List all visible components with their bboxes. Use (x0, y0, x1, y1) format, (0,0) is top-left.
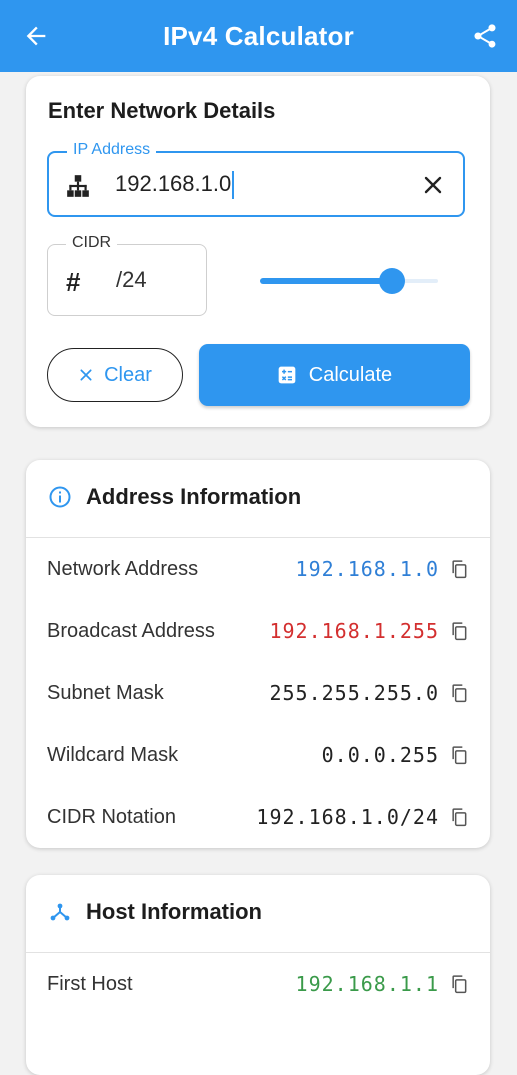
calculator-icon (278, 366, 296, 384)
copy-icon[interactable] (449, 558, 469, 580)
host-info-card: Host Information First Host 192.168.1.1 (26, 875, 490, 1075)
network-details-title: Enter Network Details (48, 98, 276, 123)
address-info-header: Address Information (48, 484, 301, 510)
cidr-value: /24 (116, 267, 147, 292)
ip-address-value: 192.168.1.0 (115, 171, 232, 196)
row-value: 192.168.1.0 (295, 557, 439, 581)
divider (26, 952, 490, 953)
slider-thumb[interactable] (379, 268, 405, 294)
host-info-title: Host Information (86, 899, 262, 924)
row-value: 0.0.0.255 (321, 743, 439, 767)
info-row-cidr-notation: CIDR Notation 192.168.1.0/24 (47, 802, 469, 832)
info-icon (49, 486, 71, 508)
app-bar: IPv4 Calculator (0, 0, 517, 72)
ip-address-value-wrap: 192.168.1.0 (115, 171, 235, 200)
copy-icon[interactable] (449, 806, 469, 828)
slider-fill (260, 278, 392, 284)
copy-icon[interactable] (449, 973, 469, 995)
clear-button-label: Clear (104, 363, 152, 386)
row-value: 192.168.1.0/24 (256, 805, 439, 829)
row-value: 192.168.1.255 (269, 619, 439, 643)
address-info-title: Address Information (86, 484, 302, 509)
arrow-back-icon[interactable] (22, 22, 50, 50)
address-info-card: Address Information Network Address 192.… (26, 460, 490, 848)
row-label: CIDR Notation (47, 805, 176, 828)
copy-icon[interactable] (449, 682, 469, 704)
info-row-broadcast-address: Broadcast Address 192.168.1.255 (47, 616, 469, 646)
row-label: Subnet Mask (47, 681, 164, 704)
info-row-wildcard-mask: Wildcard Mask 0.0.0.255 (47, 740, 469, 770)
row-value: 192.168.1.1 (295, 972, 439, 996)
calculate-button-label: Calculate (308, 363, 393, 386)
network-details-card: Enter Network Details IP Address 192.168… (26, 76, 490, 427)
cidr-field[interactable]: CIDR # /24 (47, 234, 207, 316)
share-icon[interactable] (471, 22, 499, 50)
row-label: Broadcast Address (47, 619, 215, 642)
host-info-header: Host Information (48, 899, 262, 925)
info-row-network-address: Network Address 192.168.1.0 (47, 554, 469, 584)
divider (26, 537, 490, 538)
ip-address-label: IP Address (67, 141, 157, 159)
info-row-subnet-mask: Subnet Mask 255.255.255.0 (47, 678, 469, 708)
network-tree-icon (67, 175, 89, 197)
calculate-button[interactable]: Calculate (199, 344, 470, 406)
text-caret (232, 171, 235, 200)
clear-input-icon[interactable] (421, 173, 445, 197)
hash-icon: # (66, 267, 81, 297)
row-label: First Host (47, 972, 133, 995)
app-title: IPv4 Calculator (163, 20, 354, 51)
clear-button[interactable]: Clear (47, 348, 183, 402)
ip-address-field[interactable]: IP Address 192.168.1.0 (47, 141, 465, 217)
cidr-slider[interactable] (260, 268, 438, 294)
cidr-label: CIDR (66, 234, 118, 252)
hub-icon (50, 903, 70, 921)
copy-icon[interactable] (449, 744, 469, 766)
row-value: 255.255.255.0 (269, 681, 439, 705)
info-row-first-host: First Host 192.168.1.1 (47, 969, 469, 999)
close-icon (80, 369, 92, 381)
row-label: Network Address (47, 557, 199, 580)
row-label: Wildcard Mask (47, 743, 179, 766)
copy-icon[interactable] (449, 620, 469, 642)
